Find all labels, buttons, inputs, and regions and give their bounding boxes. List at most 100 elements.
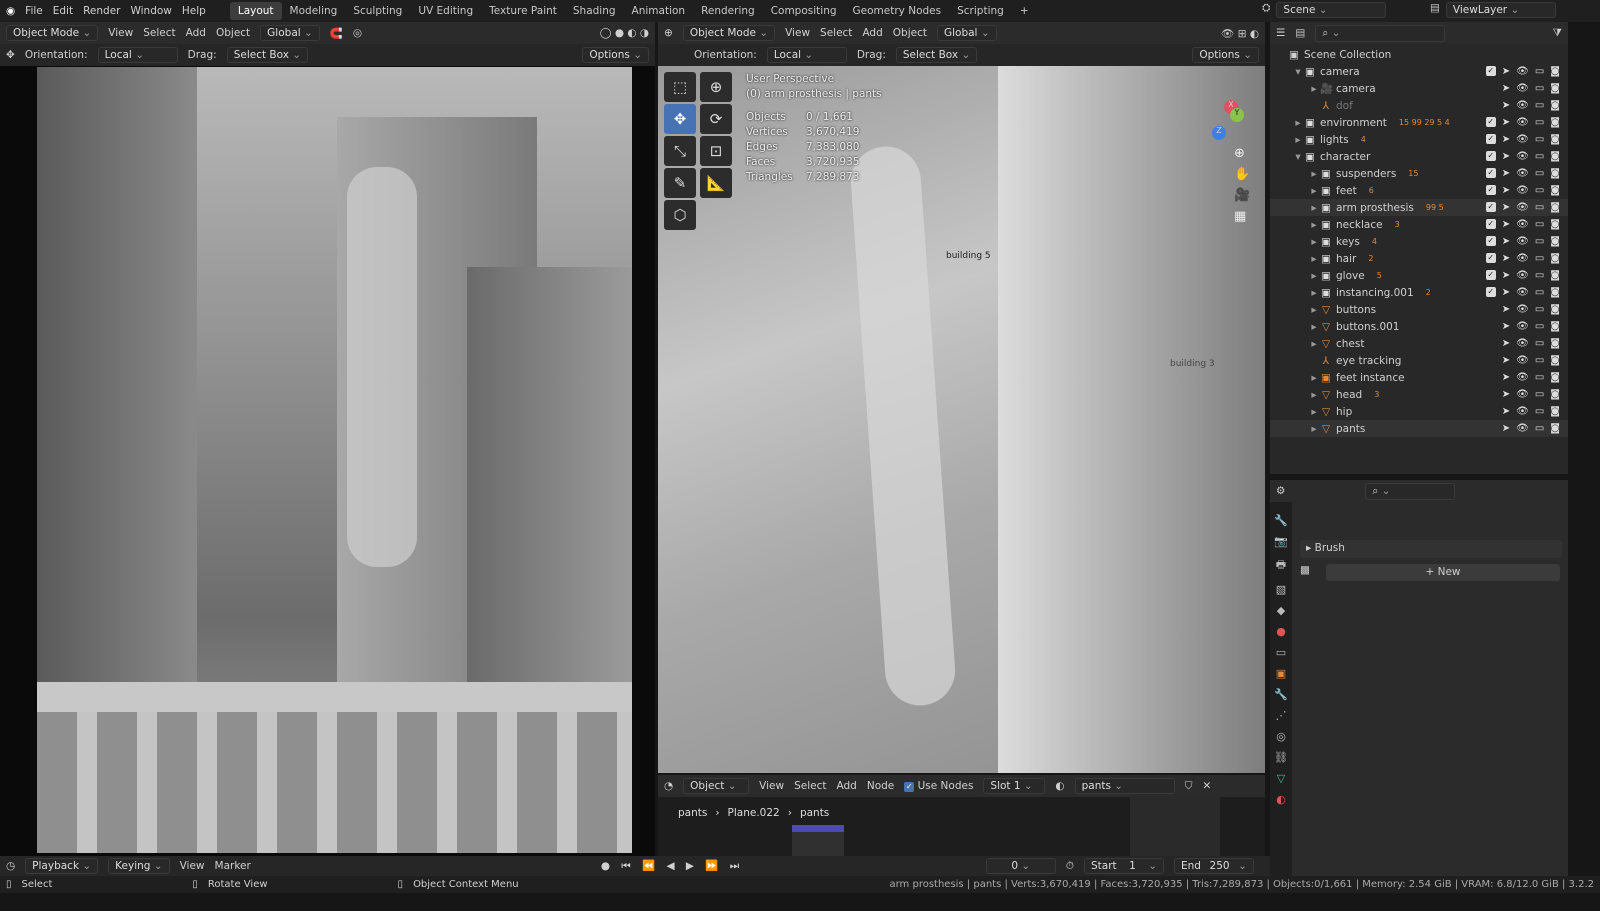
keying-menu[interactable]: Keying xyxy=(108,858,170,874)
object-tab-icon[interactable]: ▣ xyxy=(1276,667,1286,680)
display-mode-icon[interactable]: ▤ xyxy=(1295,27,1305,39)
exclude-checkbox[interactable]: ✓ xyxy=(1485,117,1496,127)
render-camera-icon[interactable]: ◙ xyxy=(1550,168,1560,179)
shading-buttons[interactable]: ◯ ● ◐ ◑ xyxy=(600,27,649,39)
outliner-row[interactable]: ▸ ▽ pants ➤ 👁 ▭ ◙ xyxy=(1270,420,1568,437)
exclude-checkbox[interactable]: ✓ xyxy=(1485,236,1496,246)
menu-edit[interactable]: Edit xyxy=(53,5,73,17)
render-camera-icon[interactable]: ◙ xyxy=(1550,151,1560,162)
disclosure-closed-icon[interactable]: ▸ xyxy=(1308,338,1320,350)
tab-geometry-nodes[interactable]: Geometry Nodes xyxy=(845,2,950,20)
modifier-tab-icon[interactable]: 🔧 xyxy=(1274,688,1288,701)
visibility-toggles[interactable]: ➤ 👁 ▭ ◙ xyxy=(1486,389,1560,400)
tab-animation[interactable]: Animation xyxy=(624,2,694,20)
viewport-disable-icon[interactable]: ▭ xyxy=(1535,338,1544,349)
playback-menu[interactable]: Playback xyxy=(25,858,99,874)
outliner-row[interactable]: ▸ ▽ chest ➤ 👁 ▭ ◙ xyxy=(1270,335,1568,352)
visibility-toggles[interactable]: ✓ ➤ 👁 ▭ ◙ xyxy=(1485,168,1560,179)
eye-icon[interactable]: 👁 xyxy=(1516,219,1529,230)
eye-icon[interactable]: 👁 xyxy=(1516,117,1529,128)
view-layer-field[interactable]: ViewLayer xyxy=(1445,2,1556,18)
disclosure-closed-icon[interactable]: ▸ xyxy=(1308,202,1320,214)
disclosure-closed-icon[interactable]: ▸ xyxy=(1308,287,1320,299)
menu-select[interactable]: Select xyxy=(820,27,852,39)
navigation-gizmo[interactable]: X Y Z xyxy=(1188,76,1252,140)
selectable-icon[interactable]: ➤ xyxy=(1502,389,1510,400)
outliner-row[interactable]: ⅄ eye tracking ➤ 👁 ▭ ◙ xyxy=(1270,352,1568,369)
brush-texture-icon[interactable]: ▩ xyxy=(1300,564,1320,580)
move-tool-icon[interactable]: ✥ xyxy=(664,104,696,134)
blender-logo-icon[interactable]: ◉ xyxy=(6,5,15,17)
render-camera-icon[interactable]: ◙ xyxy=(1550,406,1560,417)
eye-icon[interactable]: 👁 xyxy=(1516,270,1529,281)
selectable-icon[interactable]: ➤ xyxy=(1502,134,1510,145)
node-editor-canvas[interactable]: pants › Plane.022 › pants xyxy=(658,797,1265,856)
menu-object[interactable]: Object xyxy=(893,27,927,39)
eye-icon[interactable]: 👁 xyxy=(1516,321,1529,332)
tab-shading[interactable]: Shading xyxy=(565,2,624,20)
viewport-disable-icon[interactable]: ▭ xyxy=(1535,202,1544,213)
disclosure-closed-icon[interactable]: ▸ xyxy=(1308,372,1320,384)
render-camera-icon[interactable]: ◙ xyxy=(1550,338,1560,349)
visibility-toggles[interactable]: ✓ ➤ 👁 ▭ ◙ xyxy=(1485,270,1560,281)
left-viewport-camera-view[interactable] xyxy=(0,66,655,856)
disclosure-closed-icon[interactable]: ▸ xyxy=(1308,321,1320,333)
gizmo-y-icon[interactable]: Y xyxy=(1230,108,1244,122)
scene-tab-icon[interactable]: ◆ xyxy=(1277,604,1285,617)
render-camera-icon[interactable]: ◙ xyxy=(1550,185,1560,196)
eye-icon[interactable]: 👁 xyxy=(1516,83,1529,94)
disclosure-closed-icon[interactable]: ▸ xyxy=(1308,236,1320,248)
brush-panel-header[interactable]: ▸ Brush xyxy=(1300,540,1562,558)
visibility-toggles[interactable]: ➤ 👁 ▭ ◙ xyxy=(1486,304,1560,315)
exclude-checkbox[interactable]: ✓ xyxy=(1485,287,1496,297)
scene-selector[interactable]: ⛭ Scene xyxy=(1262,2,1387,18)
snap-icon[interactable]: 🧲 xyxy=(330,27,343,40)
eye-icon[interactable]: 👁 xyxy=(1516,151,1529,162)
render-camera-icon[interactable]: ◙ xyxy=(1550,253,1560,264)
menu-add[interactable]: Add xyxy=(862,27,882,39)
render-camera-icon[interactable]: ◙ xyxy=(1550,372,1560,383)
data-tab-icon[interactable]: ▽ xyxy=(1277,772,1285,785)
outliner-row[interactable]: ▸ ▣ necklace 3 ✓ ➤ 👁 ▭ ◙ xyxy=(1270,216,1568,233)
disclosure-closed-icon[interactable]: ▸ xyxy=(1308,423,1320,435)
proportional-edit-icon[interactable]: ◎ xyxy=(353,27,362,39)
child-count-badges[interactable]: 6 xyxy=(1369,186,1374,195)
transform-orientation-dropdown[interactable]: Global xyxy=(260,25,320,41)
eye-icon[interactable]: 👁 xyxy=(1516,66,1529,77)
selectable-icon[interactable]: ➤ xyxy=(1502,66,1510,77)
visibility-toggles[interactable]: ✓ ➤ 👁 ▭ ◙ xyxy=(1485,185,1560,196)
eye-icon[interactable]: 👁 xyxy=(1516,406,1529,417)
child-count-badges[interactable]: 4 xyxy=(1372,237,1377,246)
selectable-icon[interactable]: ➤ xyxy=(1502,168,1510,179)
visibility-toggles[interactable]: ✓ ➤ 👁 ▭ ◙ xyxy=(1485,202,1560,213)
viewport-disable-icon[interactable]: ▭ xyxy=(1535,406,1544,417)
menu-select[interactable]: Select xyxy=(143,27,175,39)
child-count-badges[interactable]: 2 xyxy=(1426,288,1431,297)
child-count-badges[interactable]: 4 xyxy=(1361,135,1366,144)
render-camera-icon[interactable]: ◙ xyxy=(1550,423,1560,434)
editor-type-icon[interactable]: ☰ xyxy=(1276,27,1285,39)
zoom-icon[interactable]: ⊕ xyxy=(1234,146,1250,161)
outliner-row[interactable]: ▸ ▣ environment 15 99 29 5 4 ✓ ➤ 👁 ▭ ◙ xyxy=(1270,114,1568,131)
view-layer-tab-icon[interactable]: ▧ xyxy=(1276,583,1286,596)
options-dropdown[interactable]: Options xyxy=(1192,47,1259,63)
selectable-icon[interactable]: ➤ xyxy=(1502,304,1510,315)
render-camera-icon[interactable]: ◙ xyxy=(1550,287,1560,298)
disclosure-closed-icon[interactable]: ▸ xyxy=(1308,253,1320,265)
drag-dropdown[interactable]: Select Box xyxy=(895,47,978,63)
disclosure-closed-icon[interactable]: ▸ xyxy=(1292,134,1304,146)
render-camera-icon[interactable]: ◙ xyxy=(1550,66,1560,77)
viewport-disable-icon[interactable]: ▭ xyxy=(1535,236,1544,247)
editor-type-icon[interactable]: ◷ xyxy=(6,860,15,872)
viewport-disable-icon[interactable]: ▭ xyxy=(1535,66,1544,77)
camera-view-icon[interactable]: 🎥 xyxy=(1234,188,1250,203)
render-camera-icon[interactable]: ◙ xyxy=(1550,117,1560,128)
rotate-tool-icon[interactable]: ⟳ xyxy=(700,104,732,134)
render-camera-icon[interactable]: ◙ xyxy=(1550,100,1560,111)
outliner-row[interactable]: ▾ ▣ character ✓ ➤ 👁 ▭ ◙ xyxy=(1270,148,1568,165)
eye-icon[interactable]: 👁 xyxy=(1516,423,1529,434)
stopwatch-icon[interactable]: ⏱ xyxy=(1066,860,1074,873)
menu-select[interactable]: Select xyxy=(794,780,826,792)
viewport-disable-icon[interactable]: ▭ xyxy=(1535,304,1544,315)
menu-marker[interactable]: Marker xyxy=(215,860,251,872)
